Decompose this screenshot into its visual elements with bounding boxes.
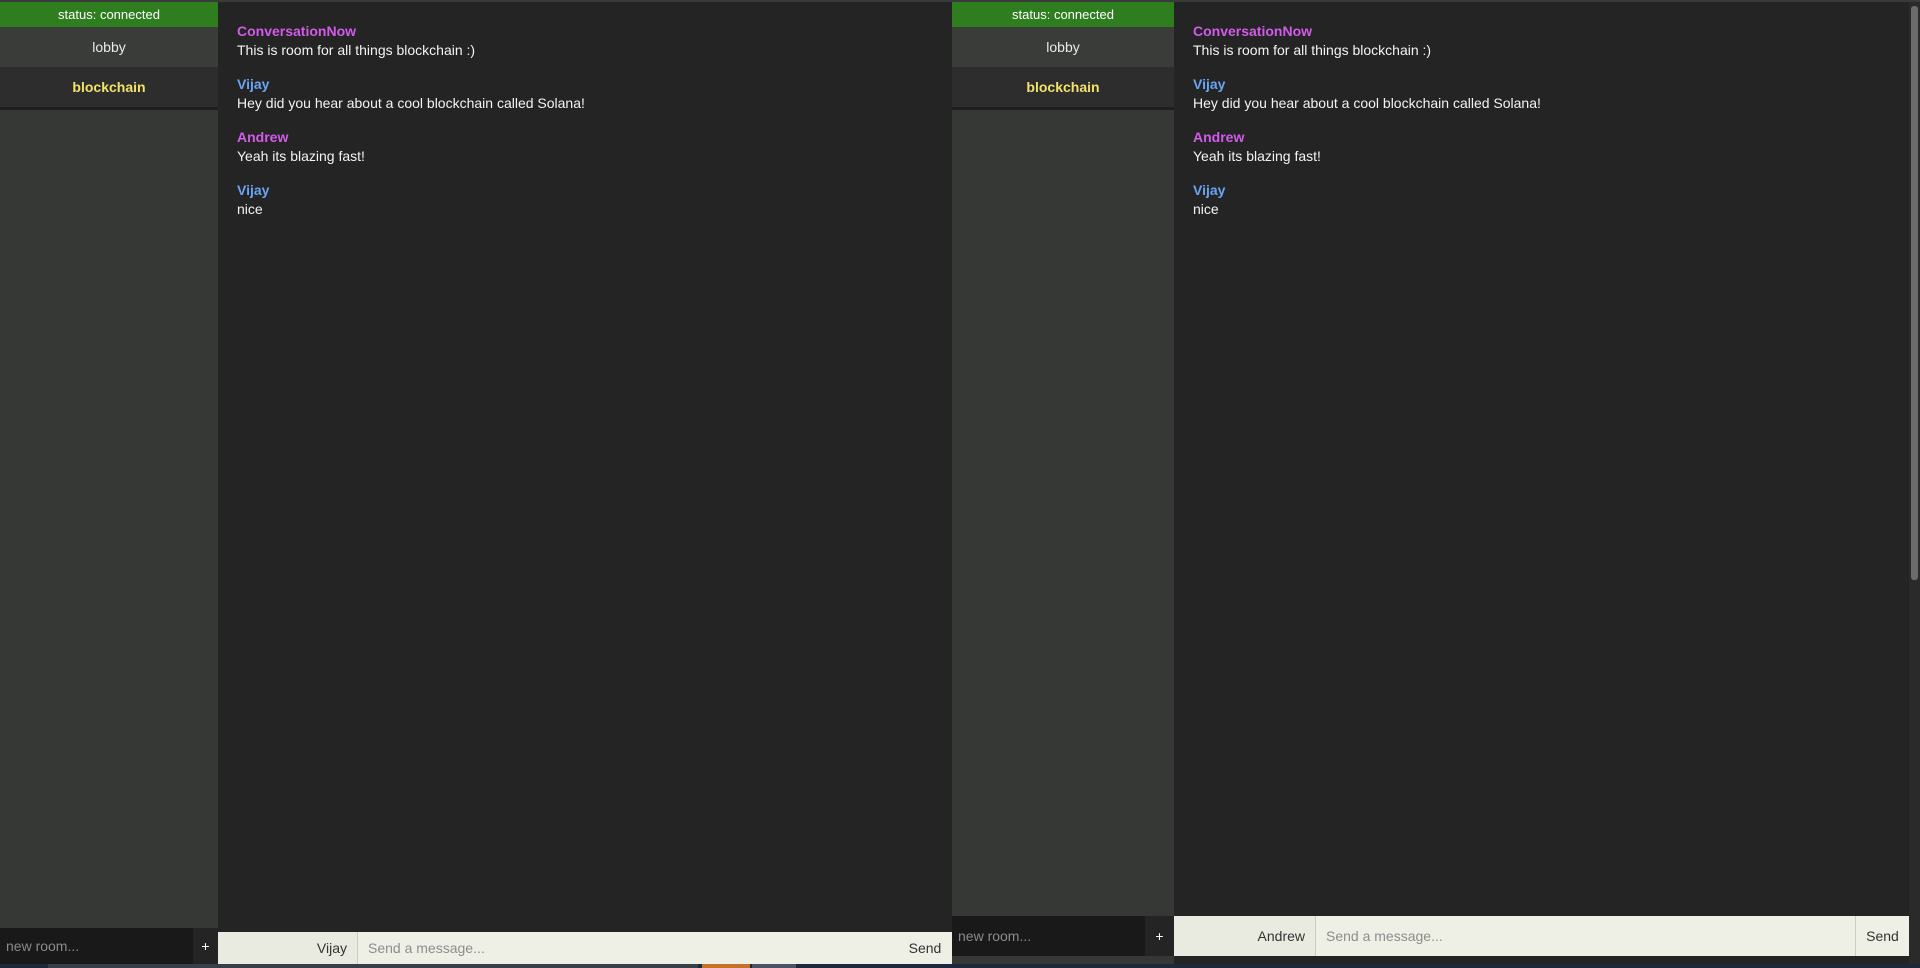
- chat-area: ConversationNow This is room for all thi…: [1174, 2, 1909, 964]
- message-text: Hey did you hear about a cool blockchain…: [1193, 95, 1541, 111]
- add-room-button[interactable]: +: [1145, 916, 1174, 956]
- chat-area: ConversationNow This is room for all thi…: [218, 2, 952, 964]
- message-item: Vijay nice: [1193, 181, 1909, 219]
- connection-status: status: connected: [0, 2, 218, 27]
- message-item: Vijay Hey did you hear about a cool bloc…: [1193, 75, 1909, 113]
- send-button[interactable]: Send: [898, 932, 952, 964]
- room-item-lobby[interactable]: lobby: [952, 27, 1174, 67]
- room-item-blockchain[interactable]: blockchain: [0, 67, 218, 110]
- page-scrollbar[interactable]: [1909, 2, 1920, 964]
- room-item-blockchain[interactable]: blockchain: [952, 67, 1174, 110]
- message-text: nice: [237, 201, 263, 217]
- taskbar-app-indicator[interactable]: [702, 964, 750, 968]
- message-text: Hey did you hear about a cool blockchain…: [237, 95, 585, 111]
- message-text: Yeah its blazing fast!: [237, 148, 365, 164]
- message-sender: Andrew: [1193, 129, 1245, 145]
- message-item: Vijay Hey did you hear about a cool bloc…: [237, 75, 952, 113]
- message-sender: Vijay: [1193, 182, 1226, 198]
- room-sidebar: status: connected lobby blockchain +: [952, 2, 1174, 964]
- new-room-row: +: [952, 916, 1174, 956]
- username-label: Vijay: [218, 932, 358, 964]
- room-item-lobby[interactable]: lobby: [0, 27, 218, 67]
- message-sender: Vijay: [237, 76, 270, 92]
- message-sender: ConversationNow: [237, 23, 357, 39]
- message-sender: Vijay: [1193, 76, 1226, 92]
- message-list: ConversationNow This is room for all thi…: [237, 22, 952, 234]
- scrollbar-thumb[interactable]: [1911, 6, 1918, 580]
- message-item: ConversationNow This is room for all thi…: [237, 22, 952, 60]
- message-input[interactable]: [1316, 916, 1855, 956]
- chat-pane-right: status: connected lobby blockchain + Con…: [952, 2, 1909, 964]
- room-sidebar: status: connected lobby blockchain +: [0, 2, 218, 964]
- message-text: This is room for all things blockchain :…: [237, 42, 476, 58]
- taskbar-segment: [48, 964, 698, 968]
- message-sender: ConversationNow: [1193, 23, 1313, 39]
- message-item: Andrew Yeah its blazing fast!: [1193, 128, 1909, 166]
- compose-bar: Andrew Send: [1174, 916, 1909, 956]
- new-room-input[interactable]: [0, 928, 193, 964]
- username-label: Andrew: [1174, 916, 1316, 956]
- chat-pane-left: status: connected lobby blockchain + Con…: [0, 2, 952, 964]
- add-room-button[interactable]: +: [193, 928, 218, 964]
- screen: status: connected lobby blockchain + Con…: [0, 0, 1920, 968]
- message-item: Vijay nice: [237, 181, 952, 219]
- message-text: This is room for all things blockchain :…: [1193, 42, 1432, 58]
- message-item: ConversationNow This is room for all thi…: [1193, 22, 1909, 60]
- send-button[interactable]: Send: [1855, 916, 1909, 956]
- taskbar-segment: [752, 964, 796, 968]
- message-sender: Andrew: [237, 129, 289, 145]
- connection-status: status: connected: [952, 2, 1174, 27]
- taskbar-strip: [0, 964, 1920, 968]
- message-text: Yeah its blazing fast!: [1193, 148, 1321, 164]
- message-sender: Vijay: [237, 182, 270, 198]
- message-item: Andrew Yeah its blazing fast!: [237, 128, 952, 166]
- new-room-row: +: [0, 928, 218, 964]
- compose-bar: Vijay Send: [218, 932, 952, 964]
- message-input[interactable]: [358, 932, 898, 964]
- new-room-input[interactable]: [952, 916, 1145, 956]
- message-list: ConversationNow This is room for all thi…: [1193, 22, 1909, 234]
- message-text: nice: [1193, 201, 1219, 217]
